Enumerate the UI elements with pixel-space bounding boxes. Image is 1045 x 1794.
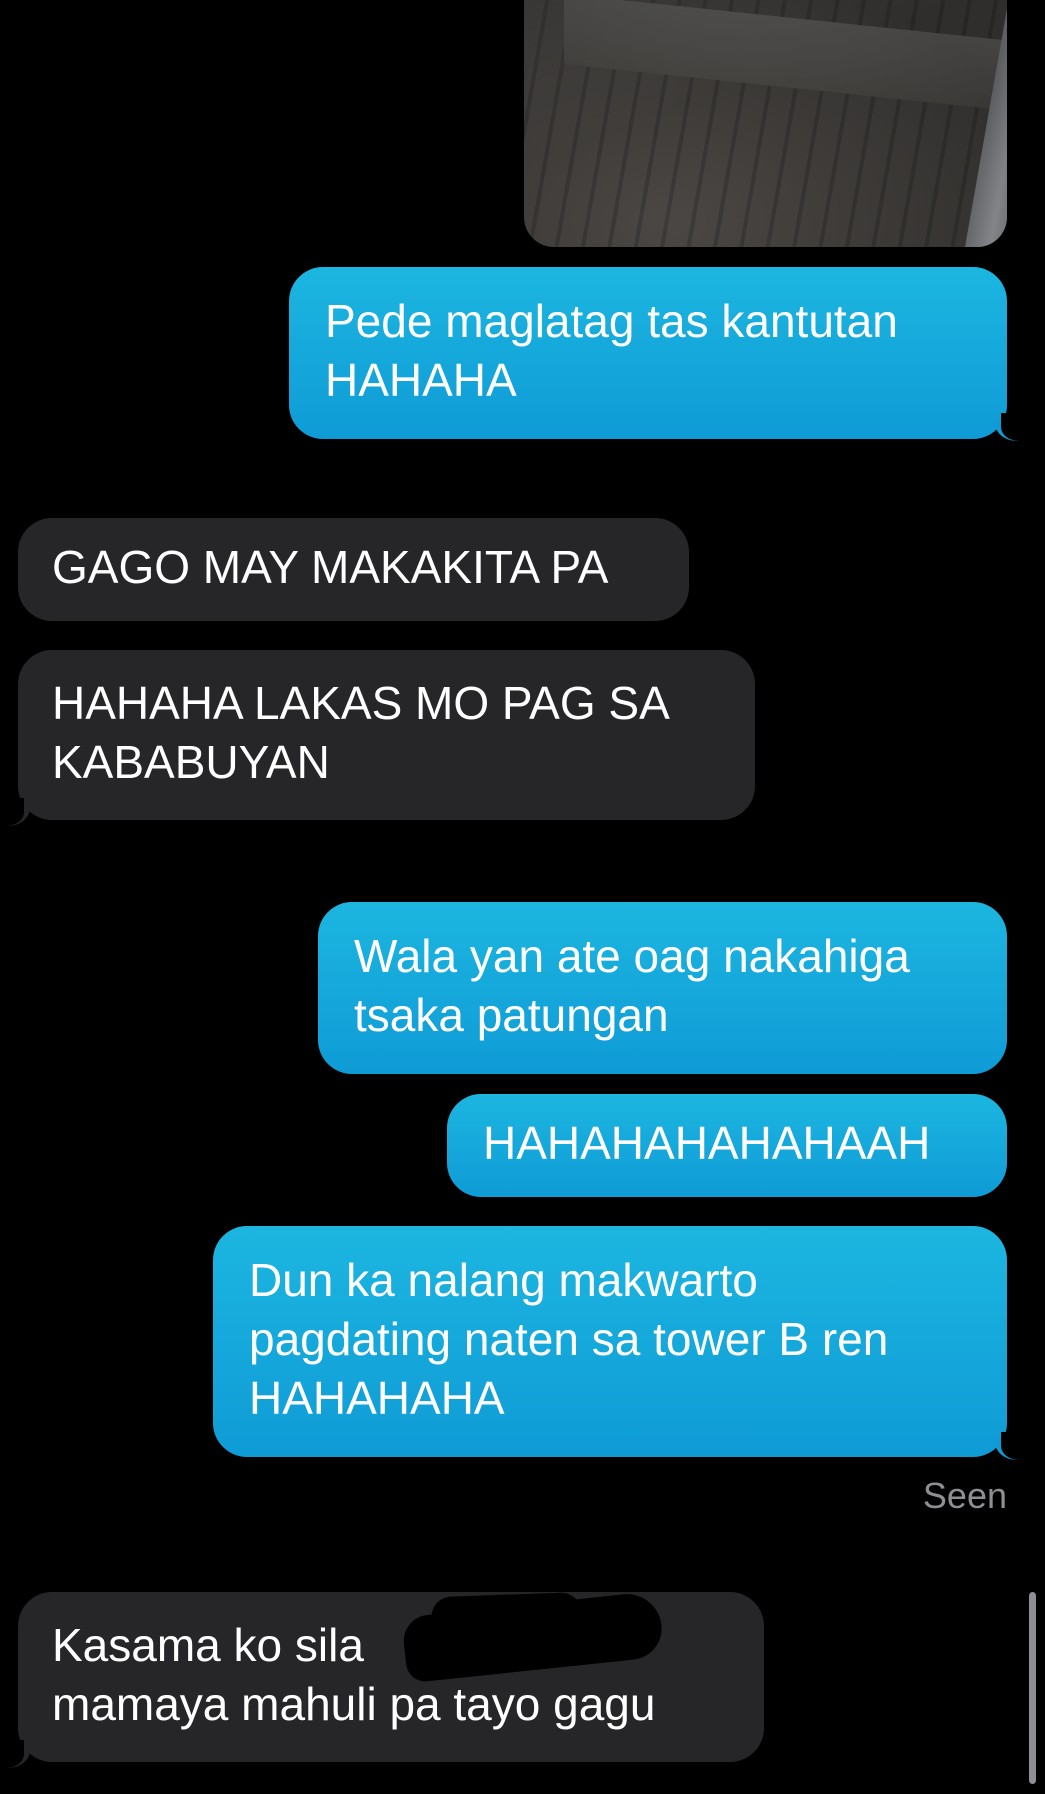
outgoing-message[interactable]: HAHAHAHAHAHAAH — [447, 1094, 1007, 1197]
photo-shading — [524, 0, 1007, 247]
outgoing-message[interactable]: Pede maglatag tas kantutan HAHAHA — [289, 267, 1007, 439]
bubble-tail — [6, 1740, 30, 1768]
incoming-message[interactable]: GAGO MAY MAKAKITA PA — [18, 518, 689, 621]
bubble-tail — [6, 798, 30, 826]
bubble-tail — [995, 1432, 1019, 1460]
outgoing-message[interactable]: Wala yan ate oag nakahiga tsaka patungan — [318, 902, 1007, 1074]
scrollbar[interactable] — [1029, 1592, 1036, 1784]
read-receipt: Seen — [922, 1475, 1007, 1516]
photo-attachment[interactable] — [524, 0, 1007, 247]
outgoing-message[interactable]: Dun ka nalang makwarto pagdating naten s… — [213, 1226, 1007, 1457]
incoming-message[interactable]: HAHAHA LAKAS MO PAG SA KABABUYAN — [18, 650, 755, 820]
bubble-tail — [995, 413, 1019, 441]
